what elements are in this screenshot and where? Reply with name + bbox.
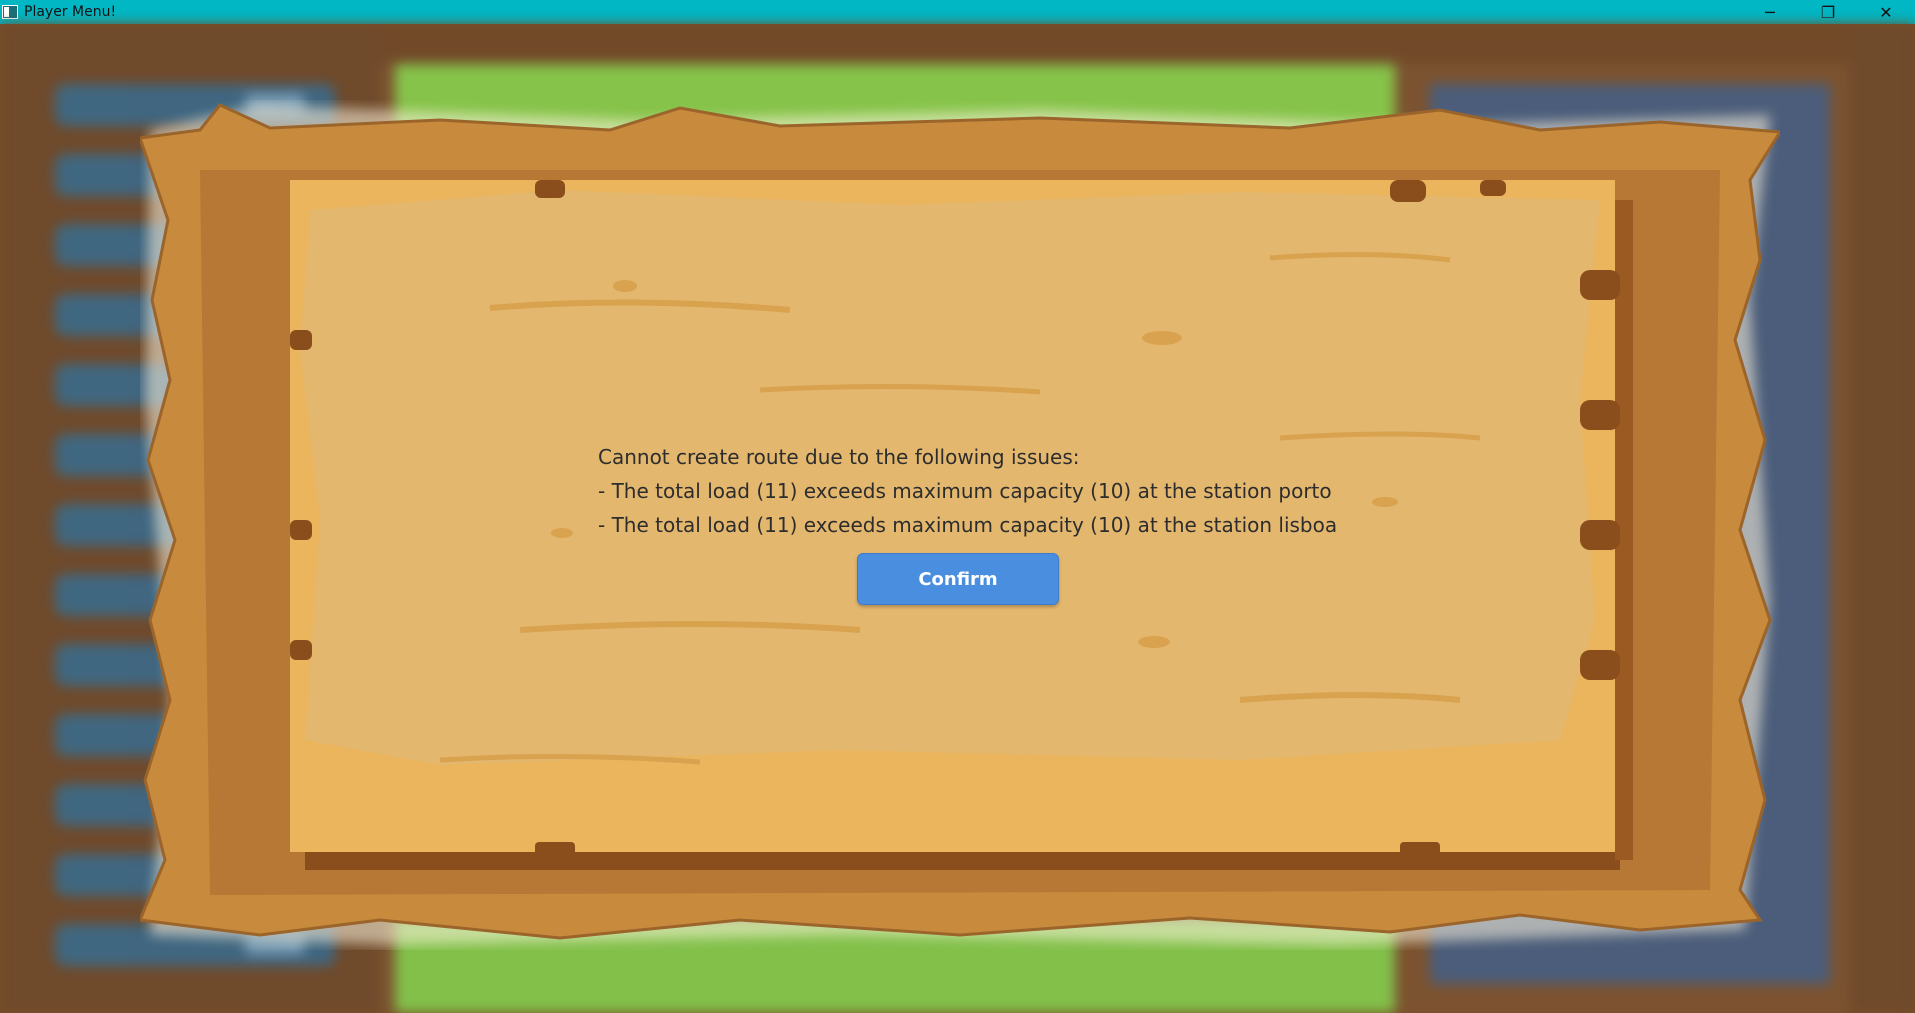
- error-message: Cannot create route due to the following…: [598, 440, 1358, 542]
- title-bar: Player Menu! ─ ❐ ✕: [0, 0, 1915, 24]
- app-window-icon: [2, 5, 18, 19]
- error-line-lisboa: - The total load (11) exceeds maximum ca…: [598, 513, 1338, 537]
- close-icon[interactable]: ✕: [1857, 0, 1915, 24]
- confirm-button[interactable]: Confirm: [857, 553, 1059, 605]
- error-heading: Cannot create route due to the following…: [598, 445, 1080, 469]
- restore-icon[interactable]: ❐: [1799, 0, 1857, 24]
- wooden-dialog-board: Cannot create route due to the following…: [140, 100, 1780, 950]
- minimize-icon[interactable]: ─: [1741, 0, 1799, 24]
- background-right-edge: [1850, 24, 1915, 1013]
- window-title: Player Menu!: [24, 4, 117, 20]
- error-line-porto: - The total load (11) exceeds maximum ca…: [598, 479, 1332, 503]
